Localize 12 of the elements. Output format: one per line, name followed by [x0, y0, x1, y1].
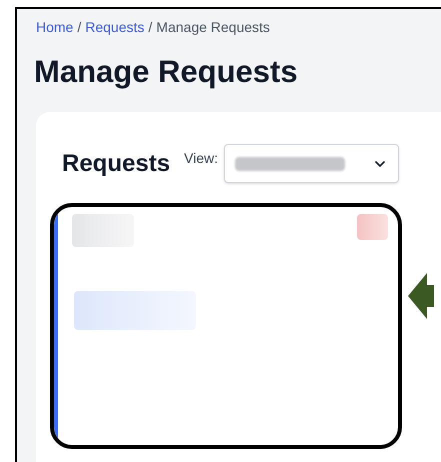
redacted-block: [72, 214, 134, 247]
breadcrumb-current: Manage Requests: [156, 18, 270, 37]
breadcrumb-link[interactable]: Requests: [85, 17, 144, 38]
redacted-badge: [357, 214, 388, 240]
arrow-icon: [408, 273, 434, 319]
request-card[interactable]: [50, 203, 402, 449]
page-title: Manage Requests: [33, 53, 299, 91]
breadcrumb-separator: /: [148, 18, 152, 37]
view-label: View:: [184, 149, 218, 168]
section-heading: Requests: [62, 148, 170, 178]
breadcrumb-link[interactable]: Home: [36, 17, 74, 38]
breadcrumb-separator: /: [77, 18, 82, 37]
